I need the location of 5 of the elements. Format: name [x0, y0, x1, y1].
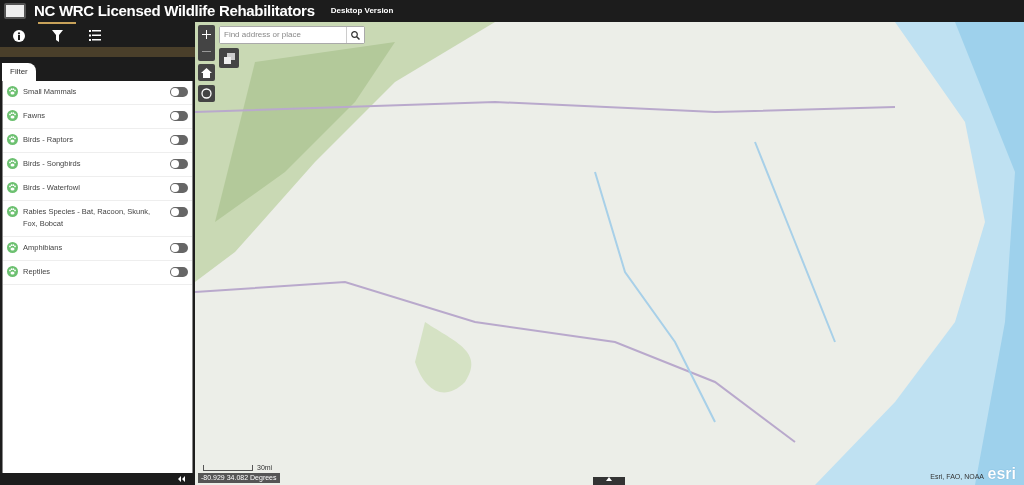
app-title: NC WRC Licensed Wildlife Rehabilitators: [34, 0, 315, 21]
filter-tab[interactable]: Filter: [2, 63, 36, 81]
esri-logo: esri: [987, 465, 1016, 483]
search-field[interactable]: Find address or place: [219, 26, 365, 44]
app-subtitle: Desktop Version: [330, 5, 394, 17]
